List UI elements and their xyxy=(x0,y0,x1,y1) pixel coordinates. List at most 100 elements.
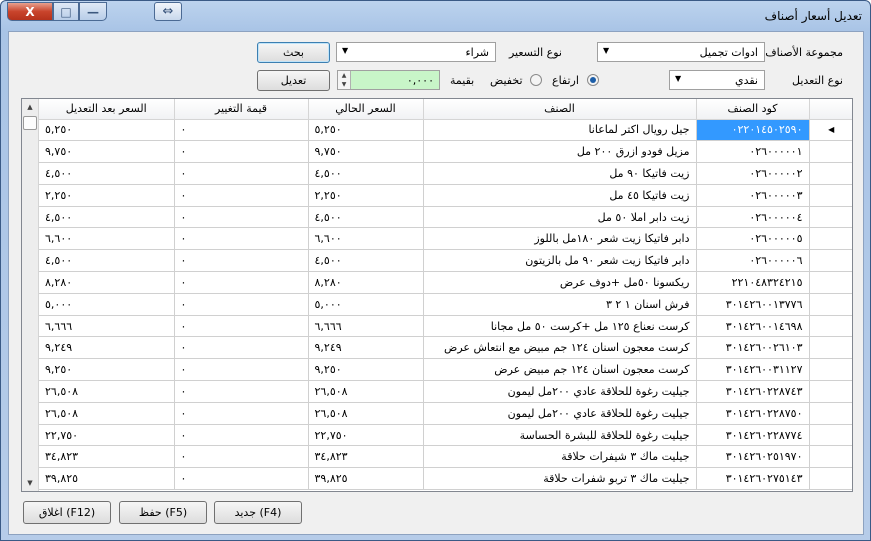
table-row[interactable]: ٦,٦٠٠ ٠ ٦,٦٠٠ دابر فاتيكا زيت شعر ١٨٠مل بال… xyxy=(39,227,852,251)
item-code-cell[interactable]: ٠٢٦٠٠٠٠٠١ xyxy=(696,140,810,164)
change-value-cell[interactable]: ٠ xyxy=(174,271,309,294)
search-button[interactable]: بحث xyxy=(257,42,330,63)
change-value-cell[interactable]: ٠ xyxy=(174,140,309,164)
items-grid[interactable]: ▲ ▼ السعر بعد التعديل قيمة التغيير السعر… xyxy=(21,98,853,492)
current-price-cell[interactable]: ٨,٢٨٠ xyxy=(308,271,424,294)
item-name-cell[interactable]: مزيل فودو ازرق ٢٠٠ مل xyxy=(423,140,697,164)
item-code-cell[interactable]: ٣٠١٤٢٦٠٢٢٨٧٤٣ xyxy=(696,380,810,403)
current-price-cell[interactable]: ٢٦,٥٠٨ xyxy=(308,380,424,403)
current-price-cell[interactable]: ٢٢,٧٥٠ xyxy=(308,424,424,447)
change-value-cell[interactable]: ٠ xyxy=(174,424,309,447)
current-price-cell[interactable]: ٩,٢٤٩ xyxy=(308,336,424,360)
change-value-cell[interactable]: ٠ xyxy=(174,402,309,425)
after-price-cell[interactable]: ٣٩,٨٢٥ xyxy=(39,467,175,491)
col-item-code[interactable]: كود الصنف xyxy=(696,99,810,120)
after-price-cell[interactable]: ٤,٥٠٠ xyxy=(39,162,175,185)
after-price-cell[interactable]: ٢,٢٥٠ xyxy=(39,184,175,207)
item-name-cell[interactable]: كرست نعناع ١٢٥ مل +كرست ٥٠ مل مجانا xyxy=(423,315,697,338)
change-value-cell[interactable]: ٠ xyxy=(174,184,309,207)
after-price-cell[interactable]: ٤,٥٠٠ xyxy=(39,249,175,273)
current-price-cell[interactable]: ٤,٥٠٠ xyxy=(308,162,424,185)
table-row[interactable]: ٢٦,٥٠٨ ٠ ٢٦,٥٠٨ جيليت رغوة للحلاقة عادي ٢٠٠… xyxy=(39,380,852,403)
table-row[interactable]: ٤,٥٠٠ ٠ ٤,٥٠٠ دابر فاتيكا زيت شعر ٩٠ مل بال… xyxy=(39,249,852,273)
current-price-cell[interactable]: ٢٦,٥٠٨ xyxy=(308,402,424,425)
item-name-cell[interactable]: جيل رويال اكتر لماعانا xyxy=(423,119,697,142)
current-price-cell[interactable]: ٦,٦٠٠ xyxy=(308,227,424,251)
adjust-type-select[interactable]: نقدي ▼ xyxy=(669,70,765,90)
change-value-cell[interactable]: ٠ xyxy=(174,336,309,360)
table-row[interactable]: ٩,٧٥٠ ٠ ٩,٧٥٠ مزيل فودو ازرق ٢٠٠ مل ٠٢٦٠٠٠٠٠… xyxy=(39,140,852,164)
item-code-cell[interactable]: ٠٢٦٠٠٠٠٠٢ xyxy=(696,162,810,185)
item-name-cell[interactable]: جيليت ماك ٣ شيفرات حلاقة xyxy=(423,445,697,469)
after-price-cell[interactable]: ٢٢,٧٥٠ xyxy=(39,424,175,447)
change-value-cell[interactable]: ٠ xyxy=(174,293,309,316)
table-row[interactable]: ٢٢,٧٥٠ ٠ ٢٢,٧٥٠ جيليت رغوة للحلاقة للبشرة ا… xyxy=(39,424,852,447)
item-code-cell[interactable]: ٣٠١٤٢٦٠٢٧٥١٤٣ xyxy=(696,467,810,491)
change-value-cell[interactable]: ٠ xyxy=(174,119,309,142)
after-price-cell[interactable]: ٣٤,٨٢٣ xyxy=(39,445,175,469)
current-price-cell[interactable]: ٣٤,٨٢٣ xyxy=(308,445,424,469)
current-price-cell[interactable]: ٩,٧٥٠ xyxy=(308,140,424,164)
change-value-cell[interactable]: ٠ xyxy=(174,380,309,403)
change-value-cell[interactable]: ٠ xyxy=(174,227,309,251)
vertical-scrollbar[interactable]: ▲ ▼ xyxy=(22,99,39,491)
table-row[interactable]: ٩,٢٥٠ ٠ ٩,٢٥٠ كرست معجون اسنان ١٢٤ جم مبيض … xyxy=(39,358,852,382)
change-value-cell[interactable]: ٠ xyxy=(174,467,309,491)
current-price-cell[interactable]: ٥,٢٥٠ xyxy=(308,119,424,142)
item-code-cell[interactable]: ٠٢٢٠١٤٥٠٢٥٩٠ xyxy=(696,119,810,142)
item-name-cell[interactable]: جيليت ماك ٣ تربو شفرات حلاقة xyxy=(423,467,697,491)
after-price-cell[interactable]: ٥,٠٠٠ xyxy=(39,293,175,316)
item-name-cell[interactable]: كرست معجون اسنان ١٢٤ جم مبيض مع انتعاش ع… xyxy=(423,336,697,360)
item-code-cell[interactable]: ٣٠١٤٢٦٠٠٣١١٢٧ xyxy=(696,358,810,382)
spinner-arrows-icon[interactable]: ▲ ▼ xyxy=(338,71,351,89)
item-code-cell[interactable]: ٣٠١٤٢٦٠٠٢٦١٠٣ xyxy=(696,336,810,360)
change-value-cell[interactable]: ٠ xyxy=(174,162,309,185)
item-code-cell[interactable]: ٣٠١٤٢٦٠٠١٤٦٩٨ xyxy=(696,315,810,338)
col-item-name[interactable]: الصنف xyxy=(423,99,697,120)
item-name-cell[interactable]: دابر فاتيكا زيت شعر ١٨٠مل باللوز xyxy=(423,227,697,251)
table-row[interactable]: ٩,٢٤٩ ٠ ٩,٢٤٩ كرست معجون اسنان ١٢٤ جم مبيض … xyxy=(39,336,852,360)
item-name-cell[interactable]: دابر فاتيكا زيت شعر ٩٠ مل بالزيتون xyxy=(423,249,697,273)
item-code-cell[interactable]: ٢٢١٠٤٨٣٢٤٢١٥ xyxy=(696,271,810,294)
col-change-value[interactable]: قيمة التغيير xyxy=(174,99,309,120)
new-button[interactable]: جديد (F4) xyxy=(214,501,302,524)
change-value-cell[interactable]: ٠ xyxy=(174,249,309,273)
after-price-cell[interactable]: ٢٦,٥٠٨ xyxy=(39,380,175,403)
item-name-cell[interactable]: زيت دابر املا ٥٠ مل xyxy=(423,206,697,229)
scroll-up-icon[interactable]: ▲ xyxy=(22,99,38,115)
item-code-cell[interactable]: ٠٢٦٠٠٠٠٠٥ xyxy=(696,227,810,251)
change-value-cell[interactable]: ٠ xyxy=(174,358,309,382)
after-price-cell[interactable]: ٩,٢٤٩ xyxy=(39,336,175,360)
apply-adjust-button[interactable]: تعديل xyxy=(257,70,330,91)
current-price-cell[interactable]: ٢,٢٥٠ xyxy=(308,184,424,207)
after-price-cell[interactable]: ٢٦,٥٠٨ xyxy=(39,402,175,425)
after-price-cell[interactable]: ٦,٦٦٦ xyxy=(39,315,175,338)
group-select[interactable]: ادوات تجميل ▼ xyxy=(597,42,765,62)
pricing-type-select[interactable]: شراء ▼ xyxy=(336,42,496,62)
close-button[interactable]: اغلاق (F12) xyxy=(23,501,111,524)
change-value-cell[interactable]: ٠ xyxy=(174,315,309,338)
table-row[interactable]: ٢٦,٥٠٨ ٠ ٢٦,٥٠٨ جيليت رغوة للحلاقة عادي ٢٠٠… xyxy=(39,402,852,425)
item-code-cell[interactable]: ٣٠١٤٢٦٠٢٥١٩٧٠ xyxy=(696,445,810,469)
table-row[interactable]: ٣٤,٨٢٣ ٠ ٣٤,٨٢٣ جيليت ماك ٣ شيفرات حلاقة ٣٠١… xyxy=(39,445,852,469)
decrease-radio[interactable] xyxy=(530,74,542,86)
after-price-cell[interactable]: ٩,٢٥٠ xyxy=(39,358,175,382)
amount-spinner[interactable]: ▲ ▼ ٠,٠٠٠ xyxy=(337,70,440,90)
current-price-cell[interactable]: ٣٩,٨٢٥ xyxy=(308,467,424,491)
switch-window-button[interactable]: ⇔ xyxy=(154,2,182,21)
item-name-cell[interactable]: زيت فاتيكا ٤٥ مل xyxy=(423,184,697,207)
table-row[interactable]: ٨,٢٨٠ ٠ ٨,٢٨٠ ريكسونا ٥٠مل +دوف عرض ٢٢١٠٤٨٣٢… xyxy=(39,271,852,294)
table-row[interactable]: ٥,٢٥٠ ٠ ٥,٢٥٠ جيل رويال اكتر لماعانا ٠٢٢٠١٤٥… xyxy=(39,119,852,142)
table-row[interactable]: ٢,٢٥٠ ٠ ٢,٢٥٠ زيت فاتيكا ٤٥ مل ٠٢٦٠٠٠٠٠٣ xyxy=(39,184,852,207)
close-window-button[interactable]: X xyxy=(7,2,53,21)
item-name-cell[interactable]: جيليت رغوة للحلاقة عادي ٢٠٠مل ليمون xyxy=(423,402,697,425)
after-price-cell[interactable]: ٥,٢٥٠ xyxy=(39,119,175,142)
table-row[interactable]: ٤,٥٠٠ ٠ ٤,٥٠٠ زيت فاتيكا ٩٠ مل ٠٢٦٠٠٠٠٠٢ xyxy=(39,162,852,185)
col-after-price[interactable]: السعر بعد التعديل xyxy=(39,99,175,120)
item-name-cell[interactable]: جيليت رغوة للحلاقة للبشرة الحساسة xyxy=(423,424,697,447)
table-row[interactable]: ٣٩,٨٢٥ ٠ ٣٩,٨٢٥ جيليت ماك ٣ تربو شفرات حلاق… xyxy=(39,467,852,491)
item-code-cell[interactable]: ٠٢٦٠٠٠٠٠٣ xyxy=(696,184,810,207)
increase-radio[interactable] xyxy=(587,74,599,86)
item-code-cell[interactable]: ٠٢٦٠٠٠٠٠٦ xyxy=(696,249,810,273)
after-price-cell[interactable]: ٩,٧٥٠ xyxy=(39,140,175,164)
